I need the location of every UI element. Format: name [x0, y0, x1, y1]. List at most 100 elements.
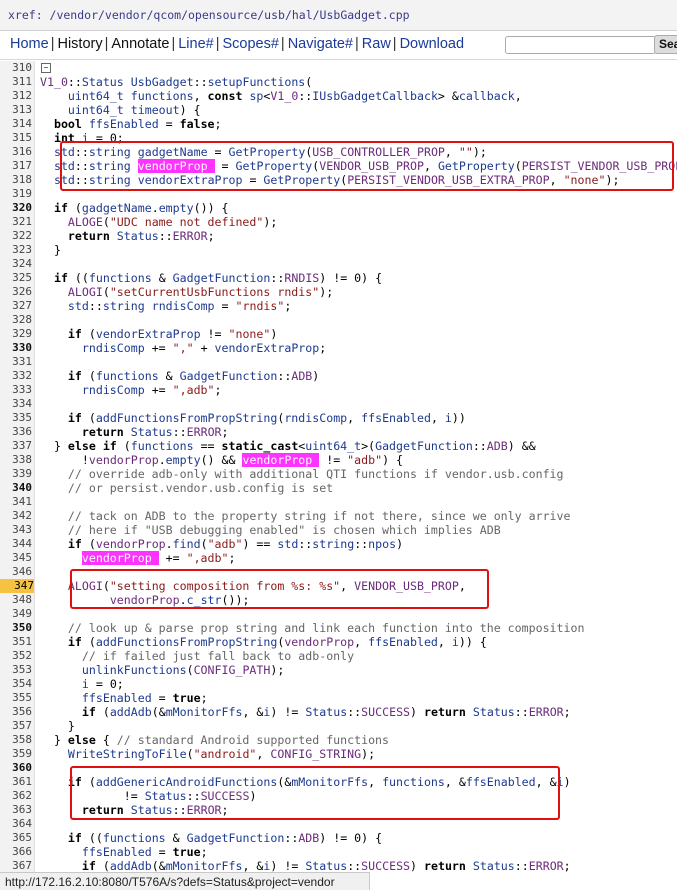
code-text: if (gadgetName.empty()) { — [53, 201, 229, 215]
line-number[interactable]: 367 — [0, 859, 32, 872]
line-number[interactable]: 337 — [0, 439, 32, 453]
code-text: } — [40, 243, 61, 257]
code-line: 328 — [0, 313, 677, 327]
line-number[interactable]: 360 — [0, 761, 32, 775]
line-number[interactable]: 330 — [0, 341, 32, 355]
line-number[interactable]: 366 — [0, 845, 32, 859]
line-number[interactable]: 358 — [0, 733, 32, 747]
line-number[interactable]: 335 — [0, 411, 32, 425]
line-number[interactable]: 354 — [0, 677, 32, 691]
line-number[interactable]: 312 — [0, 89, 32, 103]
code-line: 327 std::string rndisComp = "rndis"; — [0, 299, 677, 313]
code-line: 366 ffsEnabled = true; — [0, 845, 677, 859]
code-line: 324 — [0, 257, 677, 271]
code-text: V1_0::Status UsbGadget::setupFunctions( — [40, 75, 313, 89]
line-number[interactable]: 328 — [0, 313, 32, 327]
code-line: 330 rndisComp += "," + vendorExtraProp; — [0, 341, 677, 355]
code-line: 344 if (vendorProp.find("adb") == std::s… — [0, 537, 677, 551]
line-number[interactable]: 336 — [0, 425, 32, 439]
code-line: 322 return Status::ERROR; — [0, 229, 677, 243]
line-number[interactable]: 319 — [0, 187, 32, 201]
line-number[interactable]: 361 — [0, 775, 32, 789]
line-number[interactable]: 350 — [0, 621, 32, 635]
line-number[interactable]: 355 — [0, 691, 32, 705]
code-line: 313 uint64_t timeout) { — [0, 103, 677, 117]
line-number[interactable]: 315 — [0, 131, 32, 145]
annotation-box-property-vars — [60, 141, 674, 191]
line-number[interactable]: 340 — [0, 481, 32, 495]
line-number[interactable]: 342 — [0, 509, 32, 523]
code-line: 334 — [0, 397, 677, 411]
line-number[interactable]: 345 — [0, 551, 32, 565]
nav-item-home[interactable]: Home — [10, 36, 49, 52]
search-button[interactable]: Search — [654, 35, 677, 54]
line-number[interactable]: 332 — [0, 369, 32, 383]
line-number[interactable]: 320 — [0, 201, 32, 215]
line-number[interactable]: 322 — [0, 229, 32, 243]
line-number[interactable]: 364 — [0, 817, 32, 831]
code-line: 354 i = 0; — [0, 677, 677, 691]
line-number[interactable]: 324 — [0, 257, 32, 271]
code-text: uint64_t functions, const sp<V1_0::IUsbG… — [67, 89, 522, 103]
line-number[interactable]: 357 — [0, 719, 32, 733]
xref-path: xref: /vendor/vendor/qcom/opensource/usb… — [8, 8, 410, 22]
line-number[interactable]: 356 — [0, 705, 32, 719]
nav-item-history[interactable]: History — [57, 36, 102, 52]
line-number[interactable]: 348 — [0, 593, 32, 607]
line-number[interactable]: 334 — [0, 397, 32, 411]
nav-item-navigate[interactable]: Navigate# — [288, 36, 353, 52]
line-number[interactable]: 352 — [0, 649, 32, 663]
code-text: rndisComp += "," + vendorExtraProp; — [81, 341, 327, 355]
line-number[interactable]: 353 — [0, 663, 32, 677]
line-number[interactable]: 326 — [0, 285, 32, 299]
line-number[interactable]: 311 — [0, 75, 32, 89]
code-text: } else if (functions == static_cast<uint… — [40, 439, 536, 453]
code-line: 335 if (addFunctionsFromPropString(rndis… — [0, 411, 677, 425]
line-number[interactable]: 343 — [0, 523, 32, 537]
line-number[interactable]: 351 — [0, 635, 32, 649]
code-line: 332 if (functions & GadgetFunction::ADB) — [0, 369, 677, 383]
line-number[interactable]: 316 — [0, 145, 32, 159]
fold-toggle-icon[interactable]: − — [41, 63, 51, 73]
line-number[interactable]: 347 — [0, 579, 34, 593]
line-number[interactable]: 323 — [0, 243, 32, 257]
code-text: return Status::ERROR; — [81, 425, 229, 439]
nav-item-annotate[interactable]: Annotate — [111, 36, 169, 52]
line-number[interactable]: 363 — [0, 803, 32, 817]
line-number[interactable]: 339 — [0, 467, 32, 481]
line-number[interactable]: 365 — [0, 831, 32, 845]
line-number[interactable]: 349 — [0, 607, 32, 621]
line-number[interactable]: 344 — [0, 537, 32, 551]
source-code-view: 310 311 V1_0::Status UsbGadget::setupFunct… — [0, 61, 677, 872]
code-text: unlinkFunctions(CONFIG_PATH); — [81, 663, 285, 677]
code-text: if (vendorExtraProp != "none") — [67, 327, 278, 341]
nav-item-raw[interactable]: Raw — [362, 36, 391, 52]
line-number[interactable]: 318 — [0, 173, 32, 187]
nav-item-line[interactable]: Line# — [178, 36, 213, 52]
nav-item-scopes[interactable]: Scopes# — [222, 36, 278, 52]
line-number[interactable]: 313 — [0, 103, 32, 117]
nav-item-download[interactable]: Download — [400, 36, 465, 52]
line-number[interactable]: 346 — [0, 565, 32, 579]
line-number[interactable]: 359 — [0, 747, 32, 761]
line-number[interactable]: 314 — [0, 117, 32, 131]
line-number[interactable]: 362 — [0, 789, 32, 803]
line-number[interactable]: 310 — [0, 61, 32, 75]
code-text: // if failed just fall back to adb-only — [81, 649, 355, 663]
line-number[interactable]: 321 — [0, 215, 32, 229]
code-text: if (addFunctionsFromPropString(rndisComp… — [67, 411, 466, 425]
code-line: 357 } — [0, 719, 677, 733]
code-text: bool ffsEnabled = false; — [53, 117, 222, 131]
code-line: 321 ALOGE("UDC name not defined"); — [0, 215, 677, 229]
line-number[interactable]: 341 — [0, 495, 32, 509]
line-number[interactable]: 333 — [0, 383, 32, 397]
line-number[interactable]: 329 — [0, 327, 32, 341]
line-number[interactable]: 338 — [0, 453, 32, 467]
code-line: 312 uint64_t functions, const sp<V1_0::I… — [0, 89, 677, 103]
code-line: 336 return Status::ERROR; — [0, 425, 677, 439]
search-input[interactable] — [505, 36, 656, 54]
line-number[interactable]: 317 — [0, 159, 32, 173]
line-number[interactable]: 331 — [0, 355, 32, 369]
line-number[interactable]: 325 — [0, 271, 32, 285]
line-number[interactable]: 327 — [0, 299, 32, 313]
